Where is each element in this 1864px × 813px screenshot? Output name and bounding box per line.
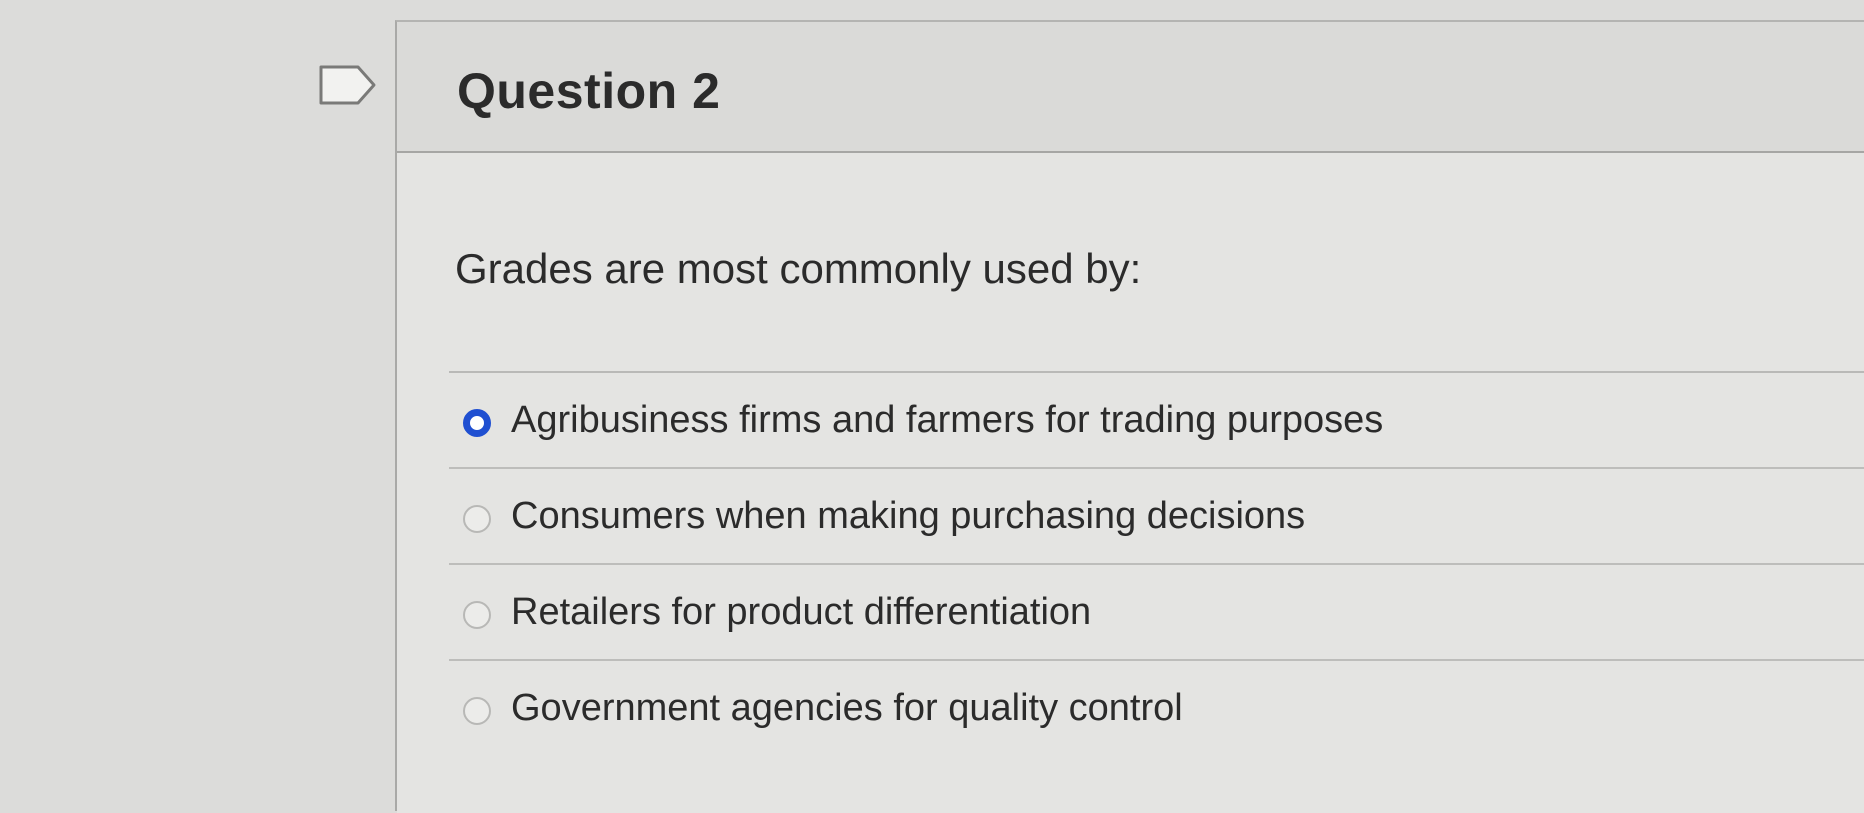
answer-option-1[interactable]: Agribusiness firms and farmers for tradi… [449,373,1864,469]
answer-option-3[interactable]: Retailers for product differentiation [449,565,1864,661]
question-body: Grades are most commonly used by: Agribu… [397,153,1864,813]
question-title: Question 2 [457,63,721,119]
radio-button-selected[interactable] [463,409,491,437]
radio-button[interactable] [463,697,491,725]
radio-button[interactable] [463,601,491,629]
answer-option-2[interactable]: Consumers when making purchasing decisio… [449,469,1864,565]
left-gutter [0,0,395,811]
answer-label[interactable]: Agribusiness firms and farmers for tradi… [511,399,1383,442]
flag-icon[interactable] [318,64,378,106]
radio-button[interactable] [463,505,491,533]
question-text: Grades are most commonly used by: [455,245,1142,292]
question-header: Question 2 [397,22,1864,153]
answer-label[interactable]: Retailers for product differentiation [511,591,1091,634]
question-card: Question 2 Grades are most commonly used… [395,20,1864,813]
answer-option-4[interactable]: Government agencies for quality control [449,661,1864,757]
answer-label[interactable]: Government agencies for quality control [511,687,1183,730]
answer-label[interactable]: Consumers when making purchasing decisio… [511,495,1305,538]
